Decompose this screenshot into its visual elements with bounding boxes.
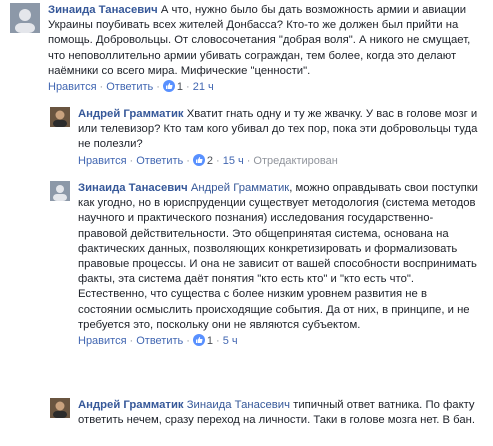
comment-author[interactable]: Зинаида Танасевич <box>48 4 158 16</box>
like-button[interactable]: Нравится <box>78 155 127 167</box>
mention-link[interactable]: Зинаида Танасевич <box>187 399 290 411</box>
comment-message: , можно оправдывать свои поступки как уг… <box>78 182 478 331</box>
comment-actions: Нравится · Ответить · 1 · 5 ч <box>78 334 238 348</box>
thumbs-up-icon[interactable] <box>162 80 175 93</box>
like-button[interactable]: Нравится <box>48 81 97 93</box>
user-avatar[interactable] <box>50 398 70 418</box>
timestamp[interactable]: 21 ч <box>193 81 214 93</box>
reply-button[interactable]: Ответить <box>136 155 183 167</box>
comment-author[interactable]: Андрей Грамматик <box>78 399 184 411</box>
timestamp[interactable]: 15 ч <box>223 155 244 167</box>
edited-label[interactable]: Отредактирован <box>253 155 337 167</box>
mention-link[interactable]: Андрей Грамматик <box>191 182 289 194</box>
comment-author[interactable]: Андрей Грамматик <box>78 108 184 120</box>
comment-text: Андрей Грамматик Хватит гнать одну и ту … <box>78 107 488 153</box>
comment-author[interactable]: Зинаида Танасевич <box>78 182 188 194</box>
reply-button[interactable]: Ответить <box>106 81 153 93</box>
user-avatar[interactable] <box>50 107 70 127</box>
user-avatar[interactable] <box>10 3 40 33</box>
like-button[interactable]: Нравится <box>78 335 127 347</box>
thumbs-up-icon[interactable] <box>192 334 205 347</box>
comment-actions: Нравится · Ответить · 1 · 21 ч <box>48 80 214 94</box>
user-avatar[interactable] <box>50 181 70 201</box>
thumbs-up-icon[interactable] <box>192 153 205 166</box>
comment-actions: Нравится · Ответить · 2 · 15 ч · Отредактирован <box>78 153 338 167</box>
comment-text: Андрей Грамматик Зинаида Танасевич типич… <box>78 398 482 428</box>
reply-button[interactable]: Ответить <box>136 335 183 347</box>
timestamp[interactable]: 5 ч <box>223 335 238 347</box>
comment-text: Зинаида Танасевич А что, нужно было бы д… <box>48 3 488 79</box>
comment-text: Зинаида Танасевич Андрей Грамматик, можн… <box>78 181 482 333</box>
